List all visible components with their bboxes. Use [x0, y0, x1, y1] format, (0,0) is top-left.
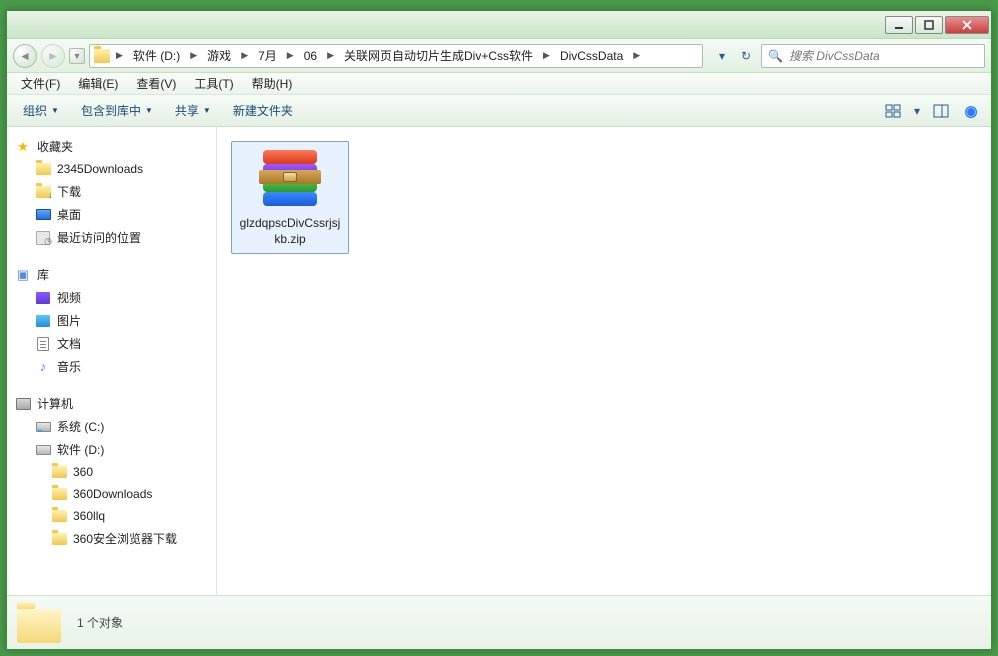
computer-header[interactable]: 计算机	[11, 392, 216, 415]
menu-file[interactable]: 文件(F)	[13, 73, 68, 94]
crumb-1[interactable]: 游戏	[203, 45, 235, 66]
preview-pane-button[interactable]	[929, 100, 953, 122]
sidebar-item-desktop[interactable]: 桌面	[11, 203, 216, 226]
crumb-0[interactable]: 软件 (D:)	[129, 45, 184, 66]
crumb-arrow[interactable]: ▶	[325, 50, 336, 61]
sidebar-item-drive-c[interactable]: 系统 (C:)	[11, 415, 216, 438]
folder-icon	[35, 161, 51, 177]
picture-icon	[35, 313, 51, 329]
crumb-arrow[interactable]: ▶	[188, 50, 199, 61]
crumb-arrow[interactable]: ▶	[631, 50, 642, 61]
sidebar-item-pictures[interactable]: 图片	[11, 309, 216, 332]
explorer-window: ◄ ► ▼ ▶ 软件 (D:) ▶ 游戏 ▶ 7月 ▶ 06 ▶ 关联网页自动切片生成D…	[6, 10, 992, 650]
minimize-button[interactable]	[885, 16, 913, 34]
details-pane: 1 个对象	[7, 595, 991, 649]
new-folder-button[interactable]: 新建文件夹	[225, 98, 301, 123]
sidebar-item-drive-d[interactable]: 软件 (D:)	[11, 438, 216, 461]
file-label: glzdqpscDivCssrjsjkb.zip	[238, 216, 342, 247]
folder-icon	[94, 49, 110, 63]
download-folder-icon	[35, 184, 51, 200]
crumb-arrow[interactable]: ▶	[541, 50, 552, 61]
sidebar-item-documents[interactable]: 文档	[11, 332, 216, 355]
menu-view[interactable]: 查看(V)	[128, 73, 184, 94]
file-item-zip[interactable]: glzdqpscDivCssrjsjkb.zip	[231, 141, 349, 254]
content-area: ★收藏夹 2345Downloads 下载 桌面 最近访问的位置 ▣库 视频 图…	[7, 127, 991, 595]
sidebar-item-videos[interactable]: 视频	[11, 286, 216, 309]
document-icon	[35, 336, 51, 352]
refresh-button[interactable]: ↻	[735, 45, 757, 67]
sidebar-item-360llq[interactable]: 360llq	[11, 505, 216, 527]
folder-icon	[51, 508, 67, 524]
history-dropdown[interactable]: ▼	[69, 48, 85, 64]
winrar-icon	[255, 148, 325, 212]
menu-help[interactable]: 帮助(H)	[244, 73, 301, 94]
search-field[interactable]: 🔍	[761, 44, 985, 68]
star-icon: ★	[15, 139, 31, 155]
folder-icon	[51, 531, 67, 547]
crumb-arrow[interactable]: ▶	[285, 50, 296, 61]
sidebar-item-360downloads[interactable]: 360Downloads	[11, 483, 216, 505]
sidebar-item-360browser[interactable]: 360安全浏览器下载	[11, 527, 216, 550]
forward-button[interactable]: ►	[41, 44, 65, 68]
view-options-button[interactable]	[881, 100, 905, 122]
music-icon: ♪	[35, 359, 51, 375]
address-bar: ◄ ► ▼ ▶ 软件 (D:) ▶ 游戏 ▶ 7月 ▶ 06 ▶ 关联网页自动切片生成D…	[7, 39, 991, 73]
drive-icon	[35, 442, 51, 458]
include-library-button[interactable]: 包含到库中▼	[73, 98, 161, 123]
drive-icon	[35, 419, 51, 435]
desktop-icon	[35, 207, 51, 223]
search-input[interactable]	[789, 49, 978, 63]
view-dropdown[interactable]: ▾	[911, 100, 923, 122]
maximize-button[interactable]	[915, 16, 943, 34]
folder-icon	[17, 603, 63, 643]
folder-icon	[51, 486, 67, 502]
libraries-header[interactable]: ▣库	[11, 263, 216, 286]
crumb-5[interactable]: DivCssData	[556, 47, 627, 65]
recent-icon	[35, 230, 51, 246]
menu-tools[interactable]: 工具(T)	[186, 73, 241, 94]
help-button[interactable]: ◉	[959, 100, 983, 122]
organize-button[interactable]: 组织▼	[15, 98, 67, 123]
sidebar-item-downloads[interactable]: 下载	[11, 180, 216, 203]
sidebar-item-360[interactable]: 360	[11, 461, 216, 483]
folder-icon	[51, 464, 67, 480]
command-bar: 组织▼ 包含到库中▼ 共享▼ 新建文件夹 ▾ ◉	[7, 95, 991, 127]
search-icon: 🔍	[768, 49, 783, 63]
titlebar	[7, 11, 991, 39]
library-icon: ▣	[15, 267, 31, 283]
addr-dropdown[interactable]: ▾	[711, 45, 733, 67]
crumb-2[interactable]: 7月	[254, 45, 281, 66]
status-text: 1 个对象	[77, 614, 123, 631]
navigation-pane: ★收藏夹 2345Downloads 下载 桌面 最近访问的位置 ▣库 视频 图…	[7, 127, 217, 595]
favorites-header[interactable]: ★收藏夹	[11, 135, 216, 158]
menu-edit[interactable]: 编辑(E)	[70, 73, 126, 94]
file-list-pane[interactable]: glzdqpscDivCssrjsjkb.zip	[217, 127, 991, 595]
share-button[interactable]: 共享▼	[167, 98, 219, 123]
crumb-4[interactable]: 关联网页自动切片生成Div+Css软件	[340, 45, 537, 66]
close-button[interactable]	[945, 16, 989, 34]
crumb-arrow[interactable]: ▶	[114, 50, 125, 61]
breadcrumb-bar[interactable]: ▶ 软件 (D:) ▶ 游戏 ▶ 7月 ▶ 06 ▶ 关联网页自动切片生成Div+Css…	[89, 44, 703, 68]
video-icon	[35, 290, 51, 306]
sidebar-item-music[interactable]: ♪音乐	[11, 355, 216, 378]
sidebar-item-recent[interactable]: 最近访问的位置	[11, 226, 216, 249]
computer-icon	[15, 396, 31, 412]
crumb-3[interactable]: 06	[300, 47, 321, 65]
sidebar-item-2345downloads[interactable]: 2345Downloads	[11, 158, 216, 180]
back-button[interactable]: ◄	[13, 44, 37, 68]
crumb-arrow[interactable]: ▶	[239, 50, 250, 61]
menubar: 文件(F) 编辑(E) 查看(V) 工具(T) 帮助(H)	[7, 73, 991, 95]
